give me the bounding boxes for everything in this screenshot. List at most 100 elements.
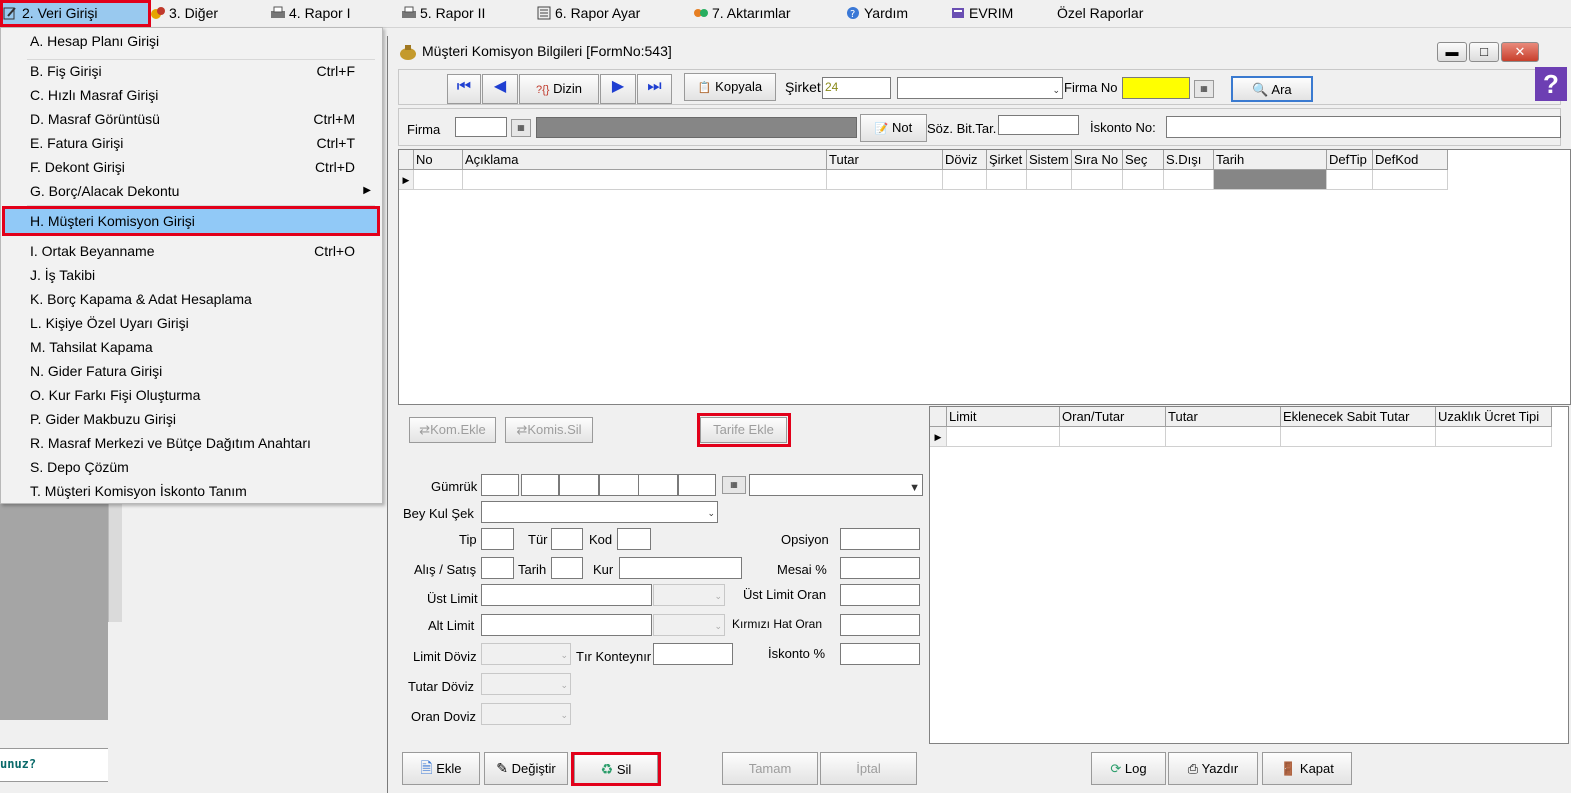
menu-item-borc-kapama[interactable]: K. Borç Kapama & Adat Hesaplama <box>2 287 380 311</box>
firma-no-input[interactable] <box>1122 77 1190 99</box>
tur-input[interactable] <box>551 528 583 550</box>
grid-cell[interactable] <box>1436 427 1552 447</box>
grid-cell[interactable] <box>947 427 1060 447</box>
grid-header-tutar[interactable]: Tutar <box>827 150 943 170</box>
menu-aktarimlar[interactable]: 7. Aktarımlar <box>693 3 791 23</box>
sirket-select[interactable]: ⌄ <box>897 77 1063 99</box>
menu-yardim[interactable]: ? Yardım <box>845 3 908 23</box>
grid-cell[interactable] <box>1281 427 1436 447</box>
menu-rapor-ayar[interactable]: 6. Rapor Ayar <box>536 3 640 23</box>
menu-item-hesap-plani[interactable]: A. Hesap Planı Girişi <box>2 29 380 53</box>
grid-cell[interactable] <box>1214 170 1327 190</box>
iskonto-pct-input[interactable] <box>840 643 920 665</box>
gumruk-input-4[interactable] <box>599 474 639 496</box>
grid-cell[interactable] <box>827 170 943 190</box>
gumruk-input-6[interactable] <box>678 474 716 496</box>
window-titlebar[interactable]: Müşteri Komisyon Bilgileri [FormNo:543] … <box>388 36 1571 66</box>
grid-cell[interactable] <box>1027 170 1072 190</box>
grid-cell[interactable] <box>1060 427 1166 447</box>
opsiyon-input[interactable] <box>840 528 920 550</box>
grid-header-aciklama[interactable]: Açıklama <box>463 150 827 170</box>
alt-limit-input[interactable] <box>481 614 652 636</box>
tamam-button[interactable]: Tamam <box>722 752 818 785</box>
grid-cell[interactable] <box>1373 170 1448 190</box>
menu-item-kur-farki[interactable]: O. Kur Farkı Fişi Oluşturma <box>2 383 380 407</box>
menu-diger[interactable]: 3. Diğer <box>150 3 218 23</box>
mesai-input[interactable] <box>840 557 920 579</box>
grid-header-s-disi[interactable]: S.Dışı <box>1164 150 1214 170</box>
grid-cell[interactable] <box>414 170 463 190</box>
menu-veri-girisi[interactable]: 2. Veri Girişi <box>0 0 151 27</box>
tip-input[interactable] <box>481 528 514 550</box>
grid-cell[interactable] <box>1164 170 1214 190</box>
grid-header-uzaklik-ucret-tipi[interactable]: Uzaklık Ücret Tipi <box>1436 407 1552 427</box>
background-scrollbar[interactable] <box>108 502 122 622</box>
menu-item-ortak-beyanname[interactable]: I. Ortak Beyanname Ctrl+O <box>2 239 380 263</box>
oran-doviz-select[interactable]: ⌄ <box>481 703 571 725</box>
grid-header-tarih[interactable]: Tarih <box>1214 150 1327 170</box>
gumruk-input-3[interactable] <box>559 474 599 496</box>
ust-limit-input[interactable] <box>481 584 652 606</box>
ust-limit-currency-select[interactable]: ⌄ <box>653 584 725 606</box>
kur-input[interactable] <box>619 557 742 579</box>
degistir-button[interactable]: ✎ Değiştir <box>484 752 568 785</box>
tir-konteynir-input[interactable] <box>653 643 733 665</box>
grid-header-sec[interactable]: Seç <box>1123 150 1164 170</box>
kopyala-button[interactable]: 📋 Kopyala <box>684 73 776 101</box>
next-record-button[interactable]: ▶ <box>600 74 636 104</box>
menu-item-fatura-girisi[interactable]: E. Fatura Girişi Ctrl+T <box>2 131 380 155</box>
grid-cell[interactable] <box>1166 427 1281 447</box>
grid-header-sirket[interactable]: Şirket <box>987 150 1027 170</box>
komis-sil-button[interactable]: ⇄Komis.Sil <box>505 417 593 443</box>
menu-item-dekont-girisi[interactable]: F. Dekont Girişi Ctrl+D <box>2 155 380 179</box>
menu-item-hizli-masraf[interactable]: C. Hızlı Masraf Girişi <box>2 83 380 107</box>
alt-limit-currency-select[interactable]: ⌄ <box>653 614 725 636</box>
yazdir-button[interactable]: ⎙ Yazdır <box>1168 752 1258 785</box>
kom-ekle-button[interactable]: ⇄Kom.Ekle <box>409 417 496 443</box>
menu-item-gider-fatura[interactable]: N. Gider Fatura Girişi <box>2 359 380 383</box>
menu-item-musteri-komisyon-girisi[interactable]: H. Müşteri Komisyon Girişi <box>2 206 380 236</box>
grid-cell[interactable] <box>1123 170 1164 190</box>
komisyon-grid[interactable]: No Açıklama Tutar Döviz Şirket Sistem Sı… <box>398 149 1571 405</box>
bey-kul-sek-select[interactable]: ⌄ <box>481 501 718 523</box>
sirket-input[interactable]: 24 <box>822 77 891 99</box>
grid-header-defkod[interactable]: DefKod <box>1373 150 1448 170</box>
kod-input[interactable] <box>617 528 651 550</box>
ara-button[interactable]: 🔍 Ara <box>1231 76 1313 102</box>
grid-cell[interactable] <box>987 170 1027 190</box>
menu-item-fis-girisi[interactable]: B. Fiş Girişi Ctrl+F <box>2 59 380 83</box>
iskonto-no-input[interactable] <box>1166 116 1561 138</box>
minimize-button[interactable]: ▬ <box>1437 42 1467 62</box>
menu-rapor-2[interactable]: 5. Rapor II <box>401 3 485 23</box>
alis-satis-input[interactable] <box>481 557 514 579</box>
grid-header-oran-tutar[interactable]: Oran/Tutar <box>1060 407 1166 427</box>
iptal-button[interactable]: İptal <box>820 752 917 785</box>
grid-header-doviz[interactable]: Döviz <box>943 150 987 170</box>
tarih-input[interactable] <box>551 557 583 579</box>
menu-item-gider-makbuzu[interactable]: P. Gider Makbuzu Girişi <box>2 407 380 431</box>
grid-header-eklenecek-sabit-tutar[interactable]: Eklenecek Sabit Tutar <box>1281 407 1436 427</box>
menu-item-musteri-komisyon-iskonto[interactable]: T. Müşteri Komisyon İskonto Tanım <box>2 479 380 503</box>
tutar-doviz-select[interactable]: ⌄ <box>481 673 571 695</box>
ekle-button[interactable]: 🗎 Ekle <box>402 752 480 785</box>
last-record-button[interactable]: ⏭ <box>637 74 672 104</box>
grid-header-tutar[interactable]: Tutar <box>1166 407 1281 427</box>
grid-header-deftip[interactable]: DefTip <box>1327 150 1373 170</box>
menu-item-kisiye-ozel-uyari[interactable]: L. Kişiye Özel Uyarı Girişi <box>2 311 380 335</box>
first-record-button[interactable]: ⏮ <box>447 74 481 104</box>
gumruk-select[interactable]: ▼ <box>749 474 923 496</box>
gumruk-input-1[interactable] <box>481 474 519 496</box>
log-button[interactable]: ⟳ Log <box>1091 752 1166 785</box>
dizin-button[interactable]: ?{} Dizin <box>519 74 599 104</box>
grid-header-sistem[interactable]: Sistem <box>1027 150 1072 170</box>
menu-item-tahsilat-kapama[interactable]: M. Tahsilat Kapama <box>2 335 380 359</box>
grid-header-no[interactable]: No <box>414 150 463 170</box>
grid-cell[interactable] <box>943 170 987 190</box>
calendar-icon[interactable]: ▦ <box>511 119 531 137</box>
not-button[interactable]: 📝 Not <box>860 114 927 142</box>
grid-cell[interactable] <box>1327 170 1373 190</box>
grid-cell[interactable] <box>1072 170 1123 190</box>
help-question-icon[interactable]: ? <box>1535 67 1567 101</box>
menu-item-masraf-merkezi[interactable]: R. Masraf Merkezi ve Bütçe Dağıtım Anaht… <box>2 431 380 455</box>
gumruk-input-5[interactable] <box>638 474 678 496</box>
